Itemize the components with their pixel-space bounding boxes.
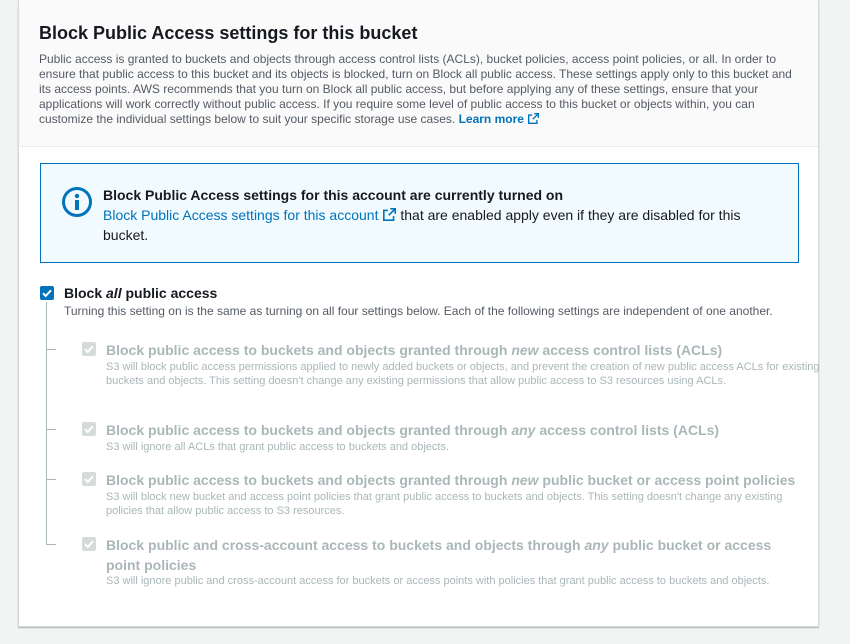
tree-connector-branch	[46, 544, 56, 545]
label-em: new	[511, 472, 539, 488]
label-em: new	[511, 342, 539, 358]
panel-description-text: Public access is granted to buckets and …	[39, 52, 792, 126]
label-em: all	[106, 285, 122, 301]
account-settings-info-alert: Block Public Access settings for this ac…	[40, 163, 799, 263]
block-any-acls-description: S3 will ignore all ACLs that grant publi…	[106, 441, 450, 453]
panel-description: Public access is granted to buckets and …	[39, 52, 798, 127]
block-all-public-access-label: Block all public access	[64, 285, 217, 301]
block-all-public-access-description: Turning this setting on is the same as t…	[64, 304, 773, 318]
external-link-icon	[383, 208, 397, 221]
info-alert-title: Block Public Access settings for this ac…	[103, 187, 564, 203]
block-any-policies-label: Block public and cross-account access to…	[106, 535, 796, 575]
block-new-policies-description: S3 will block new bucket and access poin…	[106, 491, 783, 517]
label-post: public bucket or access point policies	[538, 472, 796, 488]
checkmark-icon	[84, 425, 94, 434]
external-link-icon	[527, 113, 539, 124]
info-alert-body: Block Public Access settings for this ac…	[103, 205, 783, 245]
account-settings-link-label: Block Public Access settings for this ac…	[103, 207, 379, 223]
checkmark-icon	[84, 345, 94, 354]
block-any-policies-checkbox[interactable]	[82, 537, 96, 551]
label-em: any	[584, 537, 609, 553]
label-em: any	[511, 422, 536, 438]
label-pre: Block	[64, 285, 107, 301]
block-any-acls-label: Block public access to buckets and objec…	[106, 420, 796, 440]
block-any-policies-description: S3 will ignore public and cross-account …	[106, 575, 770, 587]
label-pre: Block public and cross-account access to…	[106, 537, 585, 553]
tree-connector-branch	[46, 349, 56, 350]
block-new-acls-description: S3 will block public access permissions …	[106, 361, 820, 387]
info-circle-icon	[62, 187, 92, 217]
label-pre: Block public access to buckets and objec…	[106, 342, 512, 358]
block-new-policies-checkbox[interactable]	[82, 472, 96, 486]
label-pre: Block public access to buckets and objec…	[106, 472, 512, 488]
learn-more-label: Learn more	[458, 112, 524, 126]
panel-header: Block Public Access settings for this bu…	[19, 0, 818, 147]
checkmark-icon	[84, 540, 94, 549]
info-alert-text: Block Public Access settings for this ac…	[103, 185, 783, 245]
block-new-acls-checkbox[interactable]	[82, 342, 96, 356]
block-all-public-access-checkbox[interactable]	[40, 286, 54, 300]
block-public-access-panel: Block Public Access settings for this bu…	[18, 0, 820, 627]
block-new-policies-label: Block public access to buckets and objec…	[106, 470, 796, 490]
tree-connector-vertical	[46, 302, 47, 544]
block-new-acls-label: Block public access to buckets and objec…	[106, 340, 796, 360]
account-settings-link[interactable]: Block Public Access settings for this ac…	[103, 207, 397, 223]
learn-more-link[interactable]: Learn more	[459, 112, 539, 126]
label-post: access control lists (ACLs)	[538, 342, 723, 358]
label-post: access control lists (ACLs)	[535, 422, 720, 438]
checkmark-icon	[84, 475, 94, 484]
block-any-acls-checkbox[interactable]	[82, 422, 96, 436]
tree-connector-branch	[46, 429, 56, 430]
label-pre: Block public access to buckets and objec…	[106, 422, 512, 438]
label-post: public access	[121, 285, 218, 301]
panel-title: Block Public Access settings for this bu…	[39, 23, 418, 43]
tree-connector-branch	[46, 479, 56, 480]
checkmark-icon	[42, 289, 52, 298]
